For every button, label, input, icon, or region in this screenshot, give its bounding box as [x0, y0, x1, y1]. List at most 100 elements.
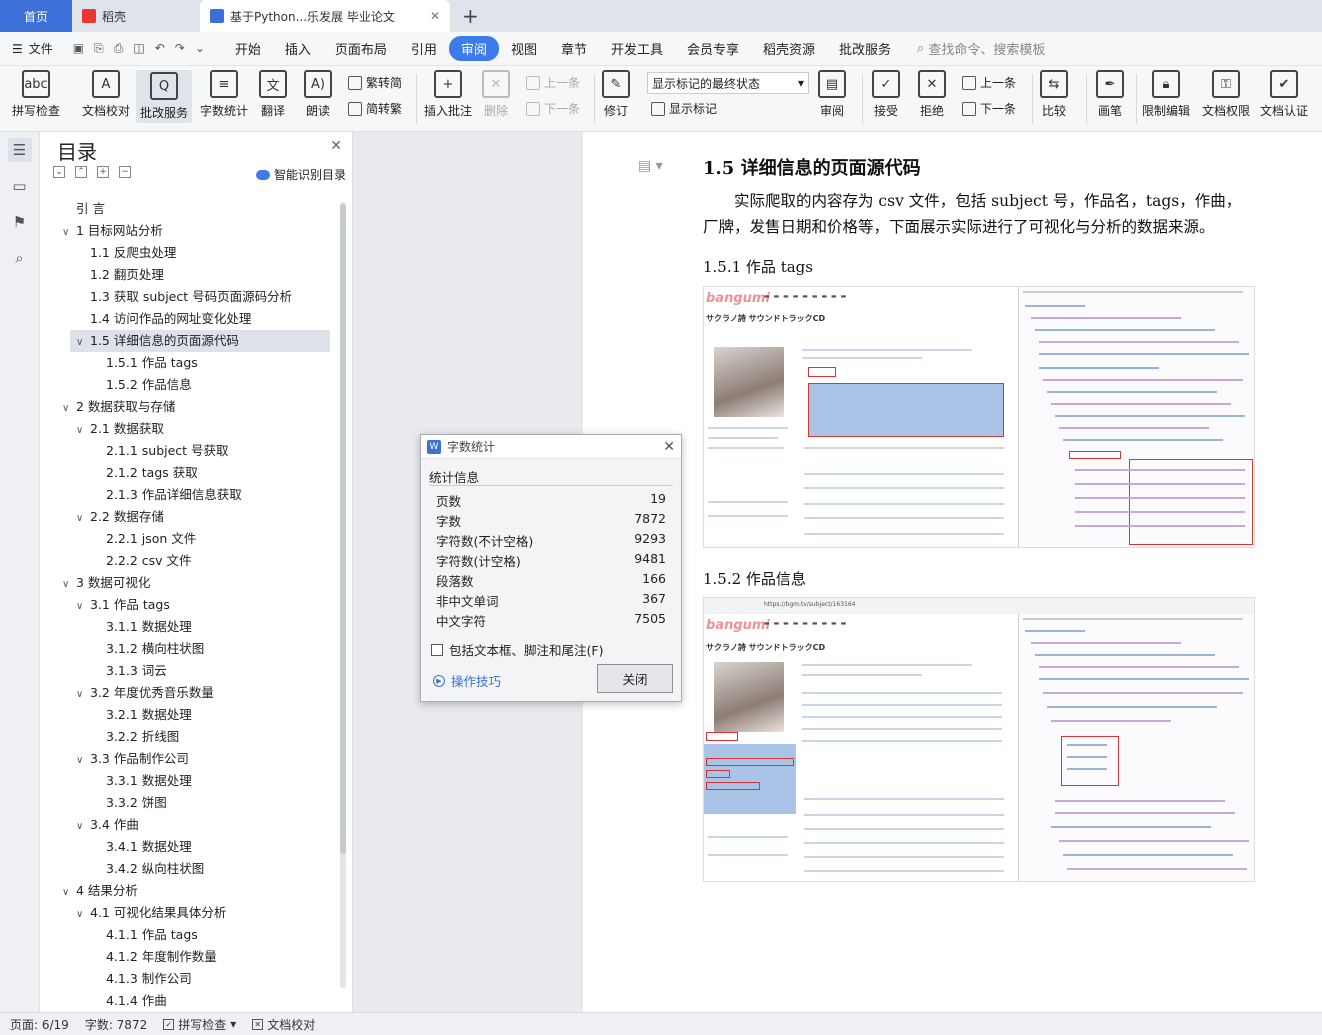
- toc-item[interactable]: ∨ 4 结果分析: [62, 880, 138, 902]
- chevron-down-icon[interactable]: ∨: [76, 332, 90, 354]
- toc-item[interactable]: 引 言: [62, 198, 105, 220]
- menu-tab-0[interactable]: 开始: [223, 36, 273, 61]
- toc-item[interactable]: 1.1 反爬虫处理: [76, 242, 176, 264]
- chevron-down-icon[interactable]: ∨: [76, 420, 90, 442]
- doc-proof-button[interactable]: A 文档校对: [82, 70, 130, 119]
- menu-tab-5[interactable]: 视图: [499, 36, 549, 61]
- dialog-close-icon[interactable]: ✕: [663, 439, 675, 455]
- chevron-down-icon[interactable]: ∨: [62, 882, 76, 904]
- toc-item[interactable]: 2.1.1 subject 号获取: [92, 440, 229, 462]
- markup-display-select[interactable]: 显示标记的最终状态 ▾: [647, 72, 809, 94]
- prev-comment-button[interactable]: 上一条: [526, 74, 580, 91]
- chevron-down-icon[interactable]: ∨: [62, 574, 76, 596]
- menu-tab-10[interactable]: 批改服务: [827, 36, 903, 61]
- prev-change-button[interactable]: 上一条: [962, 74, 1016, 91]
- toc-item[interactable]: 1.5.2 作品信息: [92, 374, 192, 396]
- toc-item[interactable]: 4.1.3 制作公司: [92, 968, 192, 990]
- toc-item[interactable]: 3.2.2 折线图: [92, 726, 179, 748]
- status-spell-check[interactable]: ✓ 拼写检查 ▾: [163, 1016, 236, 1033]
- find-icon[interactable]: ⌕: [8, 246, 32, 270]
- toc-item[interactable]: 3.1.1 数据处理: [92, 616, 192, 638]
- toc-item[interactable]: 1.2 翻页处理: [76, 264, 164, 286]
- toc-item[interactable]: 3.3.2 饼图: [92, 792, 167, 814]
- toc-item[interactable]: 4.1.2 年度制作数量: [92, 946, 217, 968]
- toc-item[interactable]: ∨ 1 目标网站分析: [62, 220, 163, 242]
- toc-item[interactable]: ∨ 4.1 可视化结果具体分析: [76, 902, 226, 924]
- track-changes-button[interactable]: ✎ 修订: [602, 70, 630, 119]
- more-icon[interactable]: ⌄: [195, 41, 205, 56]
- toc-item[interactable]: 3.2.1 数据处理: [92, 704, 192, 726]
- menu-tab-2[interactable]: 页面布局: [323, 36, 399, 61]
- page-indicator[interactable]: 页面: 6/19: [10, 1016, 69, 1033]
- remove-level-icon[interactable]: −: [119, 166, 131, 178]
- command-search[interactable]: ⌕ 查找命令、搜索模板: [917, 39, 1045, 58]
- toc-item[interactable]: 4.1.1 作品 tags: [92, 924, 198, 946]
- chevron-down-icon[interactable]: ∨: [62, 222, 76, 244]
- toc-item[interactable]: ∨ 2.1 数据获取: [76, 418, 164, 440]
- toc-item[interactable]: 2.1.3 作品详细信息获取: [92, 484, 242, 506]
- restrict-edit-button[interactable]: 🔒︎ 限制编辑: [1142, 70, 1190, 119]
- chapter-icon[interactable]: ▭: [8, 174, 32, 198]
- toc-item[interactable]: 1.5.1 作品 tags: [92, 352, 198, 374]
- toc-item[interactable]: 1.4 访问作品的网址变化处理: [76, 308, 251, 330]
- outline-icon[interactable]: ☰: [7, 138, 32, 162]
- toc-item[interactable]: ∨ 3.2 年度优秀音乐数量: [76, 682, 214, 704]
- menu-tab-6[interactable]: 章节: [549, 36, 599, 61]
- toc-item[interactable]: 1.3 获取 subject 号码页面源码分析: [76, 286, 292, 308]
- toc-item[interactable]: ∨ 3 数据可视化: [62, 572, 150, 594]
- toc-item[interactable]: 2.1.2 tags 获取: [92, 462, 198, 484]
- chevron-down-icon[interactable]: ∨: [76, 508, 90, 530]
- smart-toc-button[interactable]: 智能识别目录: [255, 166, 346, 183]
- toc-item[interactable]: 3.1.3 词云: [92, 660, 167, 682]
- bookmark-icon[interactable]: ⚑: [8, 210, 32, 234]
- page-menu-icon[interactable]: ▤ ▾: [638, 158, 663, 174]
- toc-item[interactable]: ∨ 1.5 详细信息的页面源代码: [70, 330, 330, 352]
- preview-icon[interactable]: ◫: [133, 41, 144, 56]
- next-change-button[interactable]: 下一条: [962, 100, 1016, 117]
- menu-tab-9[interactable]: 稻壳资源: [751, 36, 827, 61]
- toc-item[interactable]: ∨ 3.1 作品 tags: [76, 594, 170, 616]
- chevron-down-icon[interactable]: ∨: [76, 904, 90, 926]
- collapse-icon[interactable]: ⌃: [75, 166, 87, 178]
- translate-button[interactable]: 文翻译: [259, 70, 287, 119]
- close-tab-icon[interactable]: ✕: [430, 9, 440, 23]
- word-count-button[interactable]: ≡ 字数统计: [200, 70, 248, 119]
- menu-tab-7[interactable]: 开发工具: [599, 36, 675, 61]
- menu-tab-review[interactable]: 审阅: [448, 36, 499, 61]
- status-doc-proof[interactable]: ✕ 文档校对: [252, 1016, 315, 1033]
- accept-button[interactable]: ✓ 接受: [872, 70, 900, 119]
- reject-button[interactable]: ✕ 拒绝: [918, 70, 946, 119]
- checkbox-box[interactable]: [431, 643, 443, 656]
- doc-rights-button[interactable]: ⚿ 文档权限: [1202, 70, 1250, 119]
- toc-item[interactable]: 3.3.1 数据处理: [92, 770, 192, 792]
- spell-check-button[interactable]: abc 拼写检查: [12, 70, 60, 119]
- tab-docer[interactable]: 稻壳: [72, 0, 200, 32]
- toc-item[interactable]: ∨ 3.3 作品制作公司: [76, 748, 189, 770]
- insert-comment-button[interactable]: + 插入批注: [424, 70, 472, 119]
- chevron-down-icon[interactable]: ∨: [76, 684, 90, 706]
- tab-document[interactable]: 基于Python...乐发展 毕业论文 ✕: [200, 0, 450, 32]
- export-icon[interactable]: ⎘: [94, 41, 104, 56]
- toc-scrollbar[interactable]: [340, 202, 346, 988]
- read-aloud-button[interactable]: A) 朗读: [304, 70, 332, 119]
- dialog-titlebar[interactable]: W 字数统计 ✕: [421, 435, 681, 459]
- tips-link[interactable]: ▶ 操作技巧: [433, 671, 501, 690]
- doc-certify-button[interactable]: ✔ 文档认证: [1260, 70, 1308, 119]
- word-count-indicator[interactable]: 字数: 7872: [85, 1016, 147, 1033]
- menu-tab-3[interactable]: 引用: [399, 36, 449, 61]
- chevron-down-icon[interactable]: ∨: [62, 398, 76, 420]
- delete-comment-button[interactable]: ✕ 删除: [482, 70, 510, 119]
- file-menu[interactable]: ☰ 文件: [0, 40, 65, 57]
- toc-item[interactable]: ∨ 2.2 数据存储: [76, 506, 164, 528]
- compare-button[interactable]: ⇆ 比较: [1040, 70, 1068, 119]
- include-textbox-checkbox[interactable]: 包括文本框、脚注和尾注(F): [431, 640, 603, 659]
- toc-item[interactable]: 3.4.1 数据处理: [92, 836, 192, 858]
- toc-item[interactable]: ∨ 2 数据获取与存储: [62, 396, 175, 418]
- save-icon[interactable]: ▣: [73, 41, 84, 56]
- chevron-down-icon[interactable]: ∨: [76, 816, 90, 838]
- ink-button[interactable]: ✒ 画笔: [1096, 70, 1124, 119]
- toc-item[interactable]: 3.4.2 纵向柱状图: [92, 858, 204, 880]
- toc-scroll-thumb[interactable]: [340, 204, 346, 854]
- simp-to-trad-button[interactable]: 简转繁: [348, 100, 402, 117]
- next-comment-button[interactable]: 下一条: [526, 100, 580, 117]
